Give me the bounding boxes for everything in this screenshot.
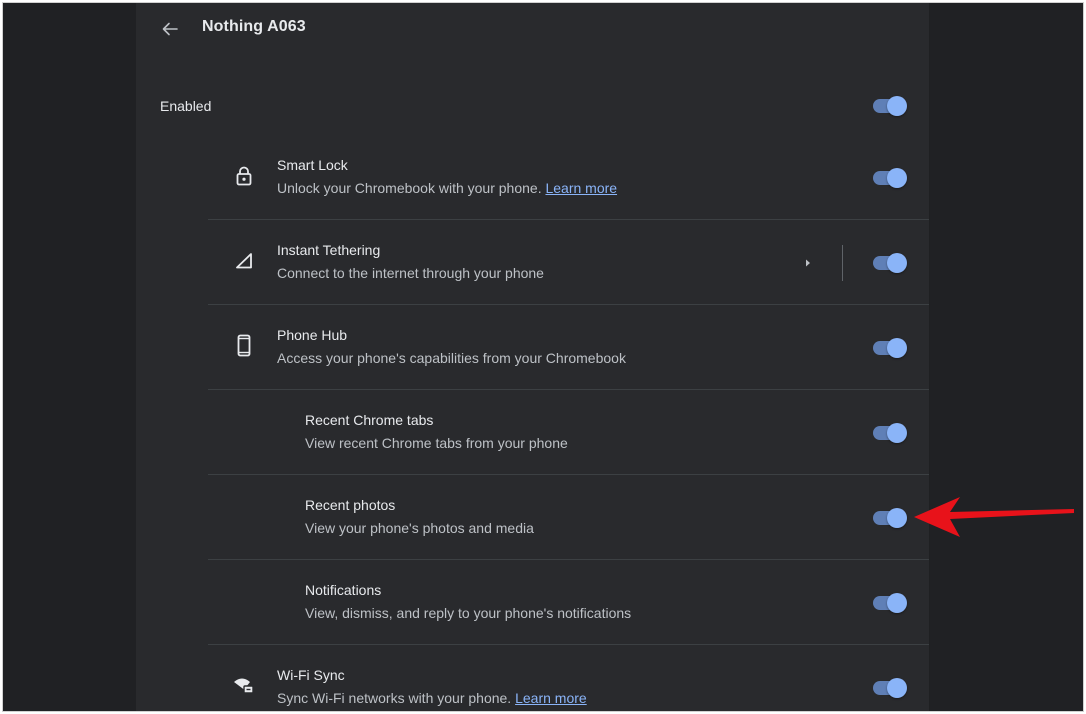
instant-tethering-title: Instant Tethering (277, 242, 381, 258)
phone-hub-subtitle: Access your phone's capabilities from yo… (277, 350, 626, 366)
toggle-knob (887, 338, 907, 358)
settings-panel: Nothing A063 Enabled Smart Lock Unlock y… (136, 3, 929, 711)
back-button[interactable] (156, 15, 184, 43)
screenshot-frame: Nothing A063 Enabled Smart Lock Unlock y… (2, 2, 1084, 712)
phone-hub-toggle[interactable] (871, 338, 907, 358)
smart-lock-learn-more-link[interactable]: Learn more (545, 180, 617, 196)
phone-hub-row: Phone Hub Access your phone's capabiliti… (208, 306, 929, 390)
red-arrow-annotation-icon (914, 497, 1074, 537)
instant-tethering-chevron-right-icon[interactable] (802, 256, 814, 270)
phone-hub-title: Phone Hub (277, 327, 348, 343)
wifi-sync-toggle[interactable] (871, 678, 907, 698)
phone-icon (232, 334, 256, 358)
toggle-knob (887, 678, 907, 698)
notifications-title: Notifications (305, 582, 382, 598)
recent-chrome-tabs-subtitle: View recent Chrome tabs from your phone (305, 435, 568, 451)
page-title: Nothing A063 (202, 18, 306, 35)
row-divider (842, 245, 843, 281)
arrow-back-icon (162, 22, 178, 36)
wifi-sync-icon (232, 674, 256, 698)
instant-tethering-row[interactable]: Instant Tethering Connect to the interne… (208, 221, 929, 305)
recent-chrome-tabs-title: Recent Chrome tabs (305, 412, 434, 428)
toggle-knob (887, 96, 907, 116)
notifications-row: Notifications View, dismiss, and reply t… (208, 561, 929, 645)
recent-chrome-tabs-row: Recent Chrome tabs View recent Chrome ta… (208, 391, 929, 475)
notifications-subtitle: View, dismiss, and reply to your phone's… (305, 605, 632, 621)
enabled-row: Enabled (136, 73, 929, 139)
wifi-sync-subtitle: Sync Wi-Fi networks with your phone. Lea… (277, 690, 587, 706)
smart-lock-toggle[interactable] (871, 168, 907, 188)
smart-lock-row: Smart Lock Unlock your Chromebook with y… (208, 136, 929, 220)
recent-chrome-tabs-toggle[interactable] (871, 423, 907, 443)
wifi-sync-learn-more-link[interactable]: Learn more (515, 690, 587, 706)
toggle-knob (887, 508, 907, 528)
wifi-sync-title: Wi-Fi Sync (277, 667, 345, 683)
toggle-knob (887, 168, 907, 188)
page-header: Nothing A063 (136, 3, 929, 53)
smart-lock-subtitle: Unlock your Chromebook with your phone. … (277, 180, 618, 196)
toggle-knob (887, 253, 907, 273)
recent-photos-title: Recent photos (305, 497, 396, 513)
instant-tethering-subtitle: Connect to the internet through your pho… (277, 265, 544, 281)
lock-icon (232, 164, 256, 188)
smart-lock-title: Smart Lock (277, 157, 348, 173)
wifi-sync-row: Wi-Fi Sync Sync Wi-Fi networks with your… (208, 646, 929, 711)
notifications-toggle[interactable] (871, 593, 907, 613)
enabled-toggle[interactable] (871, 96, 907, 116)
enabled-label: Enabled (160, 98, 212, 114)
toggle-knob (887, 593, 907, 613)
signal-icon (232, 249, 256, 273)
instant-tethering-toggle[interactable] (871, 253, 907, 273)
toggle-knob (887, 423, 907, 443)
recent-photos-row: Recent photos View your phone's photos a… (208, 476, 929, 560)
recent-photos-subtitle: View your phone's photos and media (305, 520, 534, 536)
recent-photos-toggle[interactable] (871, 508, 907, 528)
